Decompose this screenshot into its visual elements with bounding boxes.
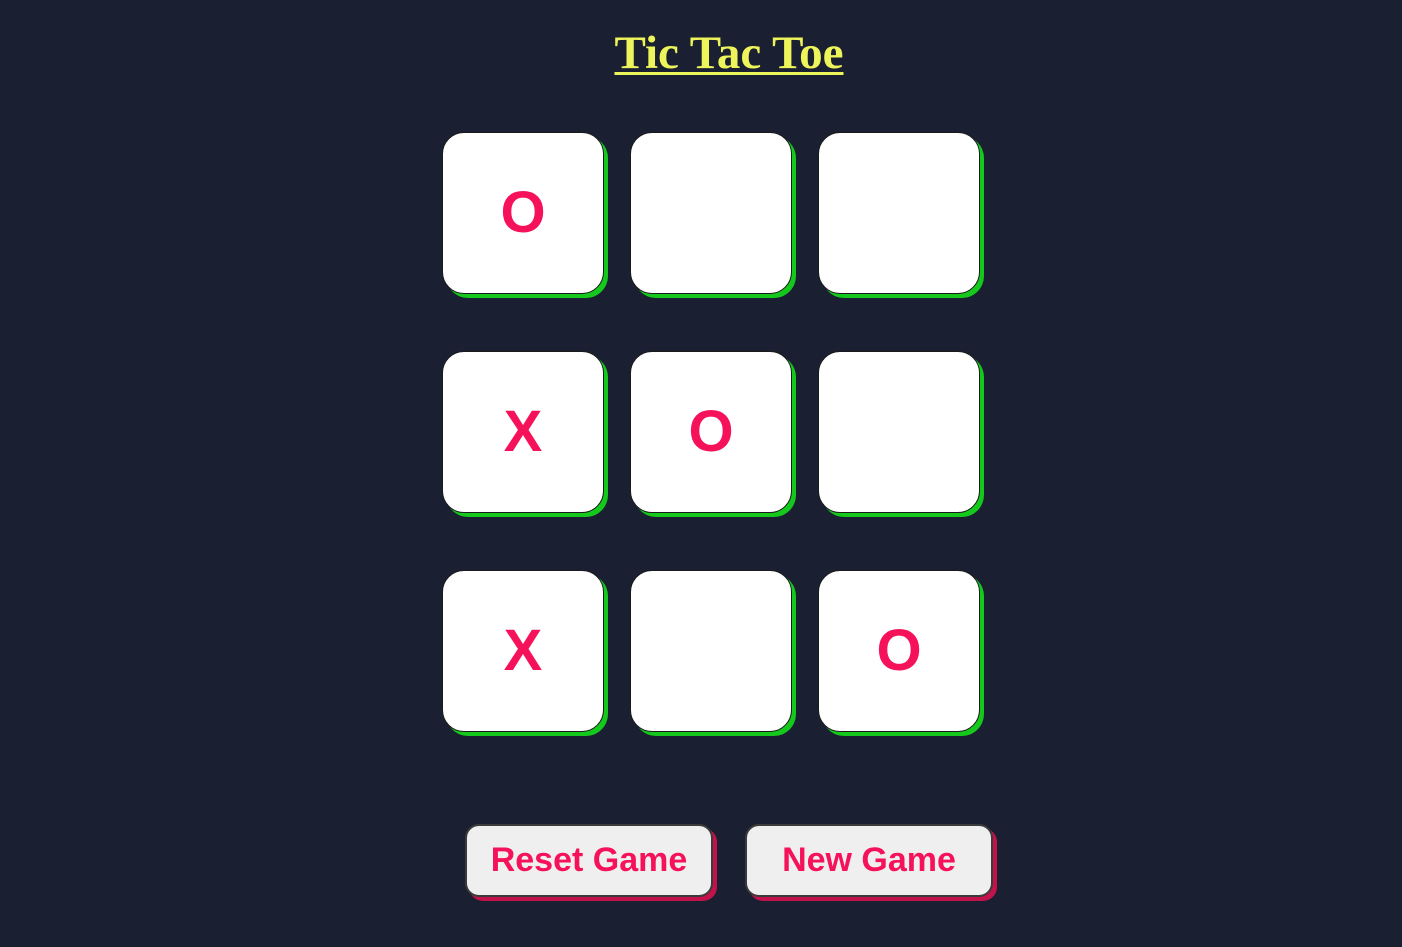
- board-cell-r2c2[interactable]: O: [630, 351, 792, 513]
- new-game-button[interactable]: New Game: [745, 824, 993, 897]
- board-cell-r2c3[interactable]: [818, 351, 980, 513]
- cell-mark: X: [503, 618, 543, 683]
- board-cell-r1c1[interactable]: O: [442, 132, 604, 294]
- board-cell-r1c3[interactable]: [818, 132, 980, 294]
- board-cell-r2c1[interactable]: X: [442, 351, 604, 513]
- game-title: Tic Tac Toe: [614, 27, 844, 79]
- reset-game-button[interactable]: Reset Game: [465, 824, 713, 897]
- board-cell-r3c2[interactable]: [630, 570, 792, 732]
- cell-mark: O: [876, 618, 922, 683]
- game-board: O X O X O: [442, 132, 980, 732]
- board-cell-r1c2[interactable]: [630, 132, 792, 294]
- board-cell-r3c1[interactable]: X: [442, 570, 604, 732]
- cell-mark: O: [688, 399, 734, 464]
- cell-mark: O: [500, 180, 546, 245]
- game-controls: Reset Game New Game: [0, 824, 1402, 897]
- board-cell-r3c3[interactable]: O: [818, 570, 980, 732]
- cell-mark: X: [503, 399, 543, 464]
